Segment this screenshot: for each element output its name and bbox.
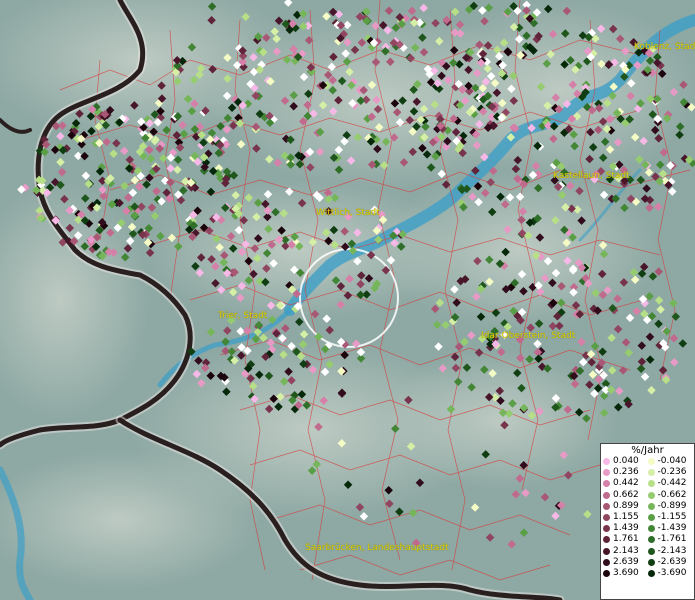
legend-value: 3.690	[613, 567, 639, 578]
city-label-saarbruecken: Saarbrücken, Landeshauptstadt	[305, 543, 449, 553]
legend-swatch	[647, 514, 655, 522]
map-view[interactable]: Koblenz, Stadt Kastellaun, Stadt Wittlic…	[0, 0, 695, 600]
legend-value: -0.236	[657, 467, 687, 478]
city-label-trier: Trier, Stadt	[218, 311, 268, 321]
legend-value: 0.899	[613, 500, 639, 511]
legend-swatch	[603, 569, 610, 577]
legend-item: -1.155	[647, 511, 693, 523]
legend-swatch	[647, 536, 655, 544]
legend-swatch	[603, 547, 610, 555]
legend-swatch	[603, 458, 610, 466]
legend-swatch	[603, 502, 610, 510]
legend-value: -1.439	[657, 523, 687, 534]
legend-item: 1.155	[603, 512, 648, 523]
legend-item: -0.040	[647, 456, 693, 467]
legend-item: -0.236	[647, 467, 693, 478]
legend-item: -2.143	[647, 545, 693, 557]
legend-item: -1.761	[647, 534, 693, 545]
legend-value: -0.040	[657, 456, 687, 466]
legend-item: 2.639	[603, 557, 648, 568]
city-label-wittlich: Wittlich, Stadt	[316, 208, 380, 218]
legend-value: -0.899	[657, 500, 687, 511]
legend-swatch	[647, 458, 655, 466]
legend-title: %/Jahr	[631, 445, 664, 456]
legend-swatch	[647, 502, 655, 510]
legend-swatch	[647, 558, 655, 566]
legend-item: 0.236	[603, 467, 648, 478]
legend-swatch	[603, 536, 610, 544]
legend-positive-column: 0.040 0.236 0.442 0.662 0.899 1.155 1.439 1.761…	[603, 456, 648, 579]
legend-swatch	[647, 480, 655, 488]
legend-item: -2.639	[647, 556, 693, 568]
legend-swatch	[647, 569, 655, 577]
legend-value: 1.761	[613, 534, 639, 545]
legend-value: 0.662	[613, 489, 639, 500]
legend-value: -0.662	[657, 489, 687, 500]
legend-item: 3.690	[603, 568, 648, 579]
legend-value: 2.143	[613, 545, 639, 556]
legend-item: -0.442	[647, 478, 693, 489]
city-label-kastellaun: Kastellaun, Stadt	[553, 171, 630, 181]
legend-value: 0.442	[613, 478, 639, 489]
legend-swatch	[603, 491, 610, 499]
legend-value: -2.143	[657, 545, 687, 556]
legend-value: -1.761	[657, 534, 687, 545]
legend-item: 2.143	[603, 546, 648, 557]
legend-item: -3.690	[647, 567, 693, 579]
city-label-idar-oberstein: Idar-Oberstein, Stadt	[481, 331, 576, 341]
legend-item: 0.442	[603, 478, 648, 489]
legend-swatch	[603, 558, 610, 566]
legend-value: 2.639	[613, 556, 639, 567]
legend-swatch	[603, 469, 610, 477]
legend-value: -2.639	[657, 556, 687, 567]
legend-value: -0.442	[657, 478, 687, 489]
legend-item: -1.439	[647, 523, 693, 534]
legend-swatch	[647, 547, 655, 555]
legend-item: -0.899	[647, 500, 693, 512]
legend-swatch	[603, 514, 610, 522]
legend-value: 0.236	[613, 467, 639, 478]
legend-swatch	[647, 469, 655, 477]
legend-swatch	[647, 491, 655, 499]
legend-value: 0.040	[613, 456, 639, 466]
map-base	[0, 0, 695, 600]
legend-item: 0.899	[603, 501, 648, 512]
legend-swatch	[647, 525, 655, 533]
legend-item: 0.662	[603, 490, 648, 501]
legend-value: 1.155	[613, 511, 639, 522]
legend-value: 1.439	[613, 523, 639, 534]
legend-swatch	[603, 525, 610, 533]
legend-item: 1.761	[603, 534, 648, 545]
legend-negative-column: -0.040 -0.236 -0.442 -0.662 -0.899 -1.155 -1.4…	[647, 456, 693, 579]
legend-item: 0.040	[603, 456, 648, 467]
legend-value: -1.155	[657, 511, 687, 522]
legend-swatch	[603, 480, 610, 488]
legend-item: -0.662	[647, 489, 693, 501]
legend-value: -3.690	[657, 567, 687, 578]
legend-item: 1.439	[603, 523, 648, 534]
city-label-koblenz: Koblenz, Stadt	[634, 42, 695, 52]
map-legend: %/Jahr 0.040 0.236 0.442 0.662 0.899 1.155 1.4…	[600, 443, 695, 600]
